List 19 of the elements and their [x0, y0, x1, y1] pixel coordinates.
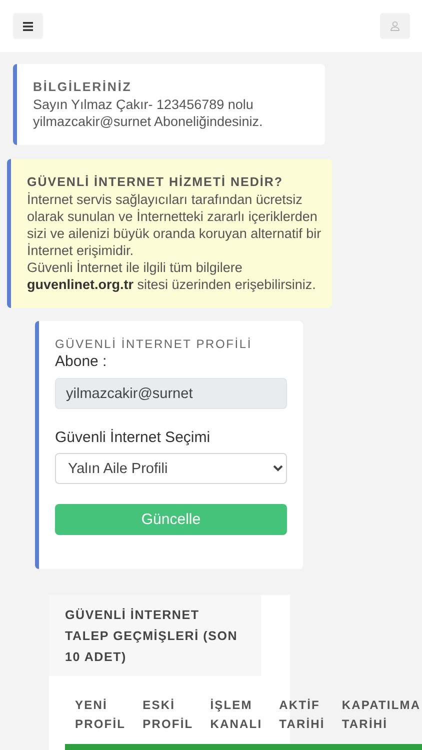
menu-icon	[23, 22, 33, 30]
card-title: BİLGİLERİNİZ	[33, 80, 133, 94]
column-header: YENİ PROFİL	[75, 697, 126, 733]
notice-text: İnternet servis sağlayıcıları tarafından ücretsiz olarak sunulan ve İnternetteki zararlı içeriklerden sizi ve ailenizi büyük oranda koruyan alternatif bir İnternet erişimidir.	[27, 191, 322, 259]
menu-button[interactable]	[13, 13, 43, 39]
column-header: ESKİ PROFİL	[142, 697, 194, 733]
card-title: GÜVENLİ İNTERNET HİZMETİ NEDİR?	[27, 175, 284, 189]
field-label: Güvenli İnternet Seçimi	[55, 429, 212, 446]
card-title: GÜVENLİ İNTERNET TALEP GEÇMİŞLERİ (SON 10 ADET)	[49, 595, 261, 676]
user-icon	[390, 21, 400, 31]
field-label: Abone :	[55, 353, 108, 370]
column-header: İŞLEM KANALI	[210, 697, 262, 733]
subscriber-field[interactable]: yilmazcakir@surnet	[55, 378, 287, 409]
profile-dropdown[interactable]: Yalın Aile Profili	[55, 453, 287, 484]
info-text: Sayın Yılmaz Çakır- 123456789 nolu yilmazcakir@surnet Aboneliğindesiniz.	[33, 96, 264, 130]
column-header: KAPATILMA TARİHİ	[342, 697, 421, 733]
notice-text: Güvenli İnternet ile ilgili tüm bilgilere guvenlinet.org.tr sitesi üzerinden erişebilirsiniz.	[27, 259, 317, 293]
column-header: AKTİF TARİHİ	[279, 697, 325, 733]
card-title: GÜVENLİ İNTERNET PROFİLİ	[55, 337, 254, 351]
